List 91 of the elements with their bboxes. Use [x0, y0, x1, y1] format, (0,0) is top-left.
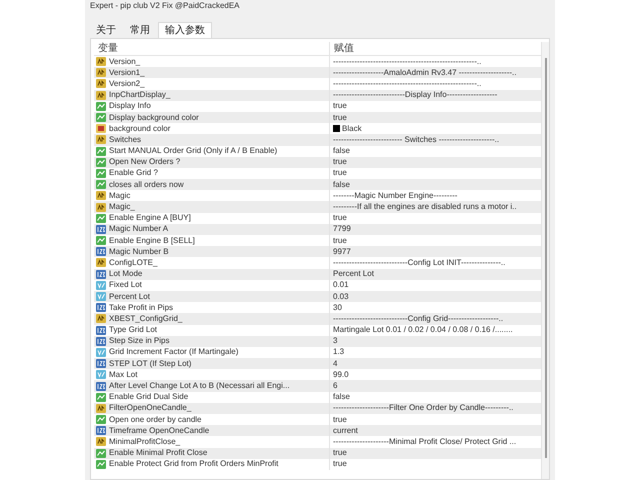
text-type-icon — [96, 314, 106, 324]
parameter-value[interactable]: 0.03 — [333, 292, 349, 302]
parameter-value[interactable]: true — [333, 213, 347, 224]
tab[interactable]: 关于 — [90, 24, 122, 38]
parameter-name: Version1_ — [109, 68, 145, 78]
parameter-name: Enable Grid Dual Side — [109, 392, 188, 402]
parameter-name: Magic_ — [109, 202, 135, 212]
scrollbar[interactable] — [541, 42, 549, 479]
parameter-value[interactable]: ------------------------------------------------------.. — [333, 56, 482, 67]
parameter-name: Lot Mode — [109, 269, 142, 280]
parameter-value[interactable]: ----------------------------Config Grid-------------------.. — [333, 314, 504, 324]
text-type-icon — [96, 258, 106, 268]
text-type-icon — [96, 90, 106, 100]
parameter-value[interactable]: true — [333, 448, 347, 458]
parameter-name: Magic Number A — [109, 224, 168, 234]
parameter-value[interactable]: 99.0 — [333, 370, 349, 380]
parameter-name: closes all orders now — [109, 180, 184, 190]
parameter-value[interactable]: false — [333, 392, 350, 402]
parameter-name: Timeframe OpenOneCandle — [109, 426, 210, 436]
parameter-name: Version2_ — [109, 78, 145, 89]
parameter-value[interactable]: 9977 — [333, 246, 351, 257]
parameter-value[interactable]: true — [333, 414, 347, 425]
parameter-value[interactable]: 30 — [333, 302, 342, 313]
parameter-value[interactable]: current — [333, 426, 358, 436]
parameter-value[interactable]: 6 — [333, 381, 338, 392]
parameter-value[interactable]: false — [333, 180, 350, 190]
tab[interactable]: 输入参数 — [158, 22, 212, 38]
parameter-name: Enable Minimal Profit Close — [109, 448, 208, 458]
parameter-name: Version_ — [109, 56, 140, 67]
color-type-icon — [96, 124, 106, 134]
parameter-value[interactable]: true — [333, 168, 347, 178]
parameter-name: Step Size in Pips — [109, 336, 170, 346]
parameter-value[interactable]: Percent Lot — [333, 269, 374, 280]
parameter-name: Fixed Lot — [109, 280, 142, 290]
parameter-value[interactable]: true — [333, 459, 347, 470]
parameter-name: Magic Number B — [109, 246, 169, 257]
parameter-name: Enable Protect Grid from Profit Orders MinProfit — [109, 459, 278, 470]
parameter-value[interactable]: Martingale Lot 0.01 / 0.02 / 0.04 / 0.08 / 0.16 /........ — [333, 325, 513, 336]
text-type-icon — [96, 79, 106, 88]
text-type-icon — [96, 437, 106, 446]
parameter-value[interactable]: 0.01 — [333, 280, 349, 290]
text-type-icon — [96, 404, 106, 413]
parameter-value[interactable]: ---------------------Filter One Order by Candle---------.. — [333, 403, 514, 414]
parameter-value[interactable]: ---------If all the engines are disabled runs a motor i.. — [333, 202, 517, 212]
parameter-value[interactable]: 1.3 — [333, 347, 344, 358]
parameter-name: After Level Change Lot A to B (Necessari all Engi... — [109, 381, 290, 392]
parameter-value[interactable]: -------------------AmaloAdmin Rv3.47 --------------------.. — [333, 68, 516, 78]
tab[interactable]: 常用 — [124, 24, 156, 38]
parameter-name: Open New Orders ? — [109, 157, 180, 168]
parameter-name: Enable Grid ? — [109, 168, 158, 178]
parameter-name: Display background color — [109, 112, 199, 123]
parameter-value[interactable]: true — [333, 236, 347, 246]
parameter-value[interactable]: false — [333, 146, 350, 156]
parameter-value[interactable]: --------Magic Number Engine--------- — [333, 190, 458, 201]
parameter-value[interactable]: 4 — [333, 358, 338, 369]
parameter-name: InpChartDisplay_ — [109, 90, 170, 100]
parameter-name: Start MANUAL Order Grid (Only if A / B Enable) — [109, 146, 278, 156]
parameter-value[interactable]: ---------------------------Display Info------------------- — [333, 90, 498, 100]
parameter-name: Max Lot — [109, 370, 138, 380]
parameter-name: Enable Engine B [SELL] — [109, 236, 195, 246]
parameter-name: Enable Engine A [BUY] — [109, 213, 191, 224]
parameter-value[interactable]: true — [333, 101, 347, 112]
parameter-value[interactable]: -------------------------- Switches ---------------------.. — [333, 134, 500, 145]
parameter-name: XBEST_ConfigGrid_ — [109, 314, 182, 324]
parameter-value[interactable]: true — [333, 157, 347, 168]
parameter-name: FilterOpenOneCandle_ — [109, 403, 192, 414]
parameter-value[interactable]: 7799 — [333, 224, 351, 234]
text-type-icon — [96, 202, 106, 212]
parameter-name: ConfigLOTE_ — [109, 258, 158, 268]
parameter-name: STEP LOT (If Step Lot) — [109, 358, 192, 369]
parameter-value[interactable]: true — [333, 112, 347, 123]
text-type-icon — [96, 57, 106, 66]
parameter-name: Take Profit in Pips — [109, 302, 174, 313]
text-type-icon — [96, 191, 106, 200]
parameter-name: Magic — [109, 190, 130, 201]
parameter-name: Switches — [109, 134, 142, 145]
parameter-name: Display Info — [109, 101, 151, 112]
parameter-name: background color — [109, 124, 170, 134]
parameter-value[interactable]: 3 — [333, 336, 338, 346]
parameter-value[interactable]: ------------------------------------------------------.. — [333, 78, 482, 89]
parameter-value[interactable]: ----------------------------Config Lot INIT---------------.. — [333, 258, 506, 268]
parameter-name: Grid Increment Factor (If Martingale) — [109, 347, 238, 358]
text-type-icon — [96, 135, 106, 144]
parameter-name: MinimalProfitClose_ — [109, 436, 180, 447]
parameter-value[interactable]: Black — [342, 124, 362, 134]
parameter-name: Percent Lot — [109, 292, 150, 302]
parameter-value[interactable]: ---------------------Minimal Profit Close/ Protect Grid ... — [333, 436, 516, 447]
window-title: Expert - pip club V2 Fix @PaidCrackedEA — [90, 0, 241, 12]
parameter-name: Type Grid Lot — [109, 325, 158, 336]
parameter-name: Open one order by candle — [109, 414, 202, 425]
text-type-icon — [96, 68, 106, 78]
